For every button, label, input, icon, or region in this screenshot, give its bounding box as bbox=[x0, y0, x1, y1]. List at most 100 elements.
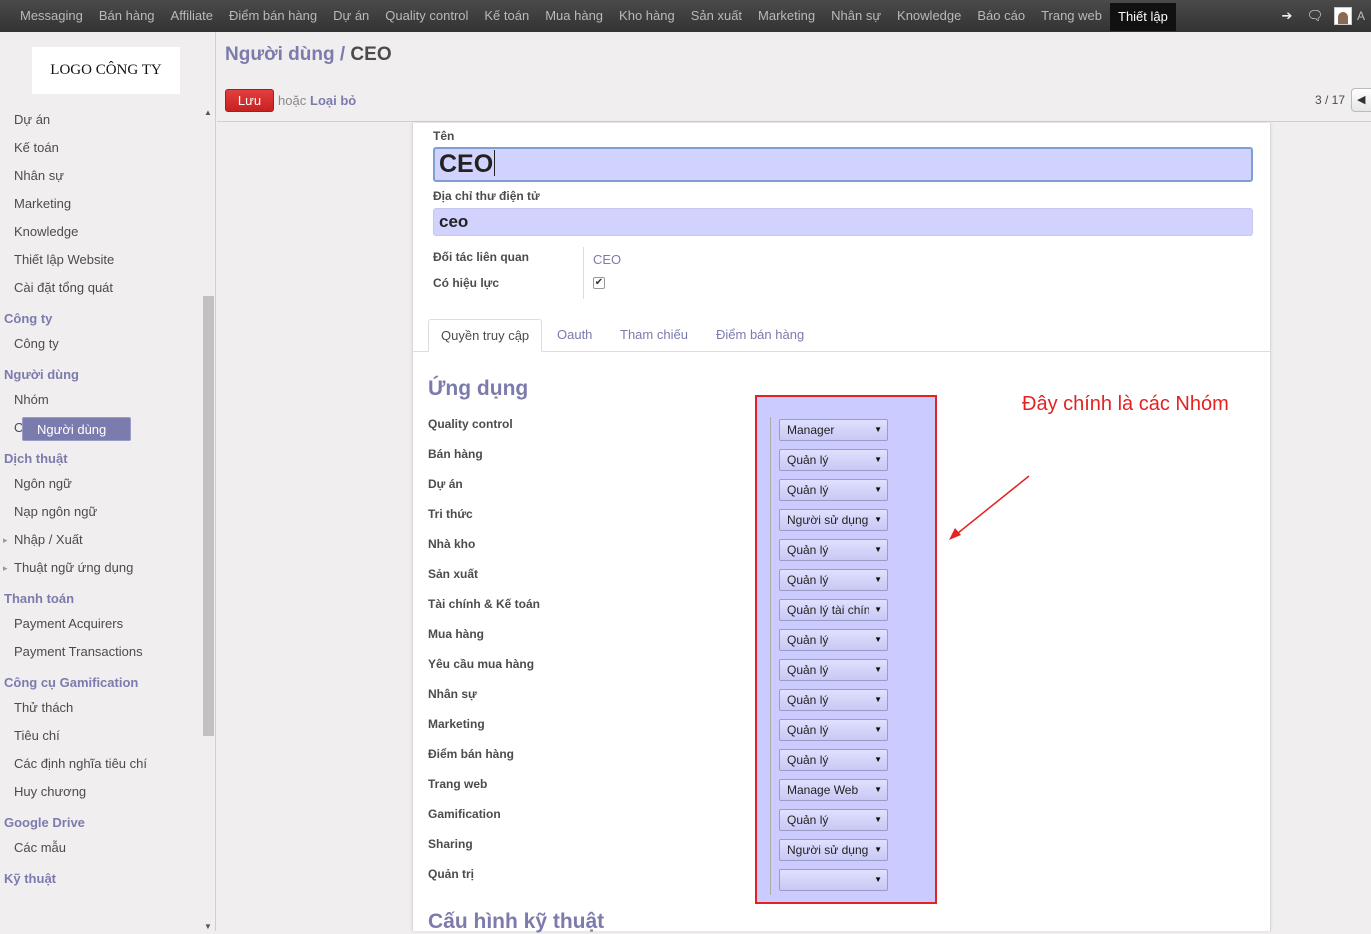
group-select[interactable]: Quản lý ▼ bbox=[779, 539, 888, 561]
top-menu-item[interactable]: Kho hàng bbox=[611, 0, 683, 32]
top-menu-item[interactable]: Thiết lập bbox=[1110, 3, 1176, 31]
sidebar-item[interactable]: Payment Transactions bbox=[0, 638, 201, 666]
top-menu-item[interactable]: Dự án bbox=[325, 0, 377, 32]
breadcrumb-parent[interactable]: Người dùng bbox=[225, 44, 335, 65]
group-select[interactable]: Người sử dụng ▼ bbox=[779, 509, 888, 531]
sidebar-item-groups[interactable]: Nhóm bbox=[0, 386, 201, 414]
sidebar-section-header[interactable]: Dịch thuật bbox=[0, 442, 201, 470]
sidebar-item[interactable]: Nhân sự bbox=[0, 162, 201, 190]
group-select[interactable]: Quản lý ▼ bbox=[779, 569, 888, 591]
sidebar-item-users[interactable]: Người dùng bbox=[22, 417, 131, 441]
sidebar-item[interactable]: Payment Acquirers bbox=[0, 610, 201, 638]
top-navbar: Messaging Bán hàng Affiliate Điểm bán hàng D… bbox=[0, 0, 1371, 32]
tab-oauth[interactable]: Oauth bbox=[557, 319, 592, 352]
or-label: hoặc bbox=[278, 93, 307, 108]
sidebar-item[interactable]: Cài đặt tổng quát bbox=[0, 274, 201, 302]
scroll-thumb[interactable] bbox=[203, 296, 214, 736]
access-right-label: Quality control bbox=[428, 417, 513, 431]
top-menu-item[interactable]: Quality control bbox=[377, 0, 476, 32]
chat-icon[interactable]: 🗨 bbox=[1301, 0, 1329, 32]
chevron-down-icon: ▼ bbox=[874, 845, 882, 854]
discard-link[interactable]: Loại bỏ bbox=[310, 93, 356, 108]
scroll-down-icon[interactable]: ▼ bbox=[204, 922, 212, 931]
groups-divider bbox=[770, 417, 771, 895]
sidebar-item[interactable]: Các mẫu bbox=[0, 834, 201, 862]
tab-preferences[interactable]: Tham chiếu bbox=[620, 319, 688, 352]
user-menu-overflow[interactable]: A bbox=[1357, 9, 1371, 23]
tab-point-of-sale[interactable]: Điểm bán hàng bbox=[716, 319, 804, 352]
group-select[interactable]: ▼ bbox=[779, 869, 888, 891]
save-button[interactable]: Lưu bbox=[225, 89, 274, 112]
sidebar-item[interactable]: Các định nghĩa tiêu chí bbox=[0, 750, 201, 778]
email-value: ceo bbox=[439, 212, 469, 231]
top-menu-item[interactable]: Điểm bán hàng bbox=[221, 0, 325, 32]
avatar bbox=[1334, 7, 1352, 25]
sidebar-item[interactable]: Kế toán bbox=[0, 134, 201, 162]
name-input[interactable]: CEO bbox=[433, 147, 1253, 182]
access-right-label: Tài chính & Kế toán bbox=[428, 597, 541, 611]
company-logo: LOGO CÔNG TY bbox=[32, 47, 180, 94]
notebook-tabs: Quyền truy cập Oauth Tham chiếu Điểm bán… bbox=[413, 319, 1270, 352]
group-select[interactable]: Quản lý ▼ bbox=[779, 719, 888, 741]
group-select[interactable]: Quản lý ▼ bbox=[779, 659, 888, 681]
access-right-label: Tri thức bbox=[428, 507, 473, 521]
tab-access-rights[interactable]: Quyền truy cập bbox=[428, 319, 543, 352]
sidebar-section-header[interactable]: Công cụ Gamification bbox=[0, 666, 201, 694]
top-menu-item[interactable]: Knowledge bbox=[889, 0, 969, 32]
active-checkbox[interactable]: ✔ bbox=[593, 277, 605, 289]
chevron-down-icon: ▼ bbox=[874, 755, 882, 764]
top-menu-item[interactable]: Báo cáo bbox=[969, 0, 1033, 32]
top-menu-item[interactable]: Nhân sự bbox=[823, 0, 889, 32]
top-menu-item[interactable]: Marketing bbox=[750, 0, 823, 32]
sidebar-section-header[interactable]: Người dùng bbox=[0, 358, 201, 386]
sidebar-item[interactable]: Nhập / Xuất bbox=[0, 526, 201, 554]
sidebar-item[interactable]: Ngôn ngữ bbox=[0, 470, 201, 498]
access-right-label: Mua hàng bbox=[428, 627, 484, 641]
top-menu-item[interactable]: Mua hàng bbox=[537, 0, 611, 32]
group-select[interactable]: Quản lý tài chính ▼ bbox=[779, 599, 888, 621]
sidebar-section-header[interactable]: Thanh toán bbox=[0, 582, 201, 610]
sidebar-item[interactable]: Nạp ngôn ngữ bbox=[0, 498, 201, 526]
pager-previous-button[interactable]: ◀ bbox=[1351, 88, 1371, 112]
sidebar-item[interactable]: Thiết lập Website bbox=[0, 246, 201, 274]
group-select[interactable]: Manage Web ▼ bbox=[779, 779, 888, 801]
top-menu-item[interactable]: Trang web bbox=[1033, 0, 1110, 32]
group-select[interactable]: Quản lý ▼ bbox=[779, 749, 888, 771]
chevron-down-icon: ▼ bbox=[874, 455, 882, 464]
sidebar-item[interactable]: Dự án bbox=[0, 106, 201, 134]
annotation-note: Đây chính là các Nhóm bbox=[1022, 393, 1229, 415]
sidebar-scrollbar[interactable]: ▲ ▼ bbox=[202, 106, 214, 931]
top-menu-item[interactable]: Bán hàng bbox=[91, 0, 163, 32]
group-select[interactable]: Quản lý ▼ bbox=[779, 449, 888, 471]
chevron-down-icon: ▼ bbox=[874, 785, 882, 794]
top-right-icons: ➔ 🗨 A bbox=[1273, 0, 1371, 32]
group-select[interactable]: Quản lý ▼ bbox=[779, 689, 888, 711]
sidebar-item[interactable]: Huy chương bbox=[0, 778, 201, 806]
access-right-label: Marketing bbox=[428, 717, 485, 731]
group-select[interactable]: Manager ▼ bbox=[779, 419, 888, 441]
group-select[interactable]: Quản lý ▼ bbox=[779, 629, 888, 651]
sidebar-item[interactable]: Công ty bbox=[0, 330, 201, 358]
sidebar-item[interactable]: Tiêu chí bbox=[0, 722, 201, 750]
top-menu-item[interactable]: Messaging bbox=[12, 0, 91, 32]
group-select[interactable]: Quản lý ▼ bbox=[779, 809, 888, 831]
related-partner-link[interactable]: CEO bbox=[593, 252, 621, 267]
sidebar-item[interactable]: Thuật ngữ ứng dụng bbox=[0, 554, 201, 582]
top-menu-item[interactable]: Kế toán bbox=[476, 0, 537, 32]
top-menu-item[interactable]: Affiliate bbox=[163, 0, 221, 32]
scroll-up-icon[interactable]: ▲ bbox=[204, 108, 212, 117]
group-select[interactable]: Quản lý ▼ bbox=[779, 479, 888, 501]
sidebar-item[interactable]: Knowledge bbox=[0, 218, 201, 246]
group-select-value: Manager bbox=[787, 423, 835, 437]
sidebar-item[interactable]: Marketing bbox=[0, 190, 201, 218]
group-select[interactable]: Người sử dụng ▼ bbox=[779, 839, 888, 861]
sidebar-section-header[interactable]: Công ty bbox=[0, 302, 201, 330]
user-avatar[interactable] bbox=[1329, 0, 1357, 32]
sidebar-section-header[interactable]: Google Drive bbox=[0, 806, 201, 834]
top-menu-item[interactable]: Sản xuất bbox=[683, 0, 750, 32]
sidebar-item[interactable]: Thử thách bbox=[0, 694, 201, 722]
group-select-value: Quản lý bbox=[787, 573, 829, 587]
sidebar-section-header[interactable]: Kỹ thuật bbox=[0, 862, 201, 890]
logout-icon[interactable]: ➔ bbox=[1273, 0, 1301, 32]
email-input[interactable]: ceo bbox=[433, 208, 1253, 236]
